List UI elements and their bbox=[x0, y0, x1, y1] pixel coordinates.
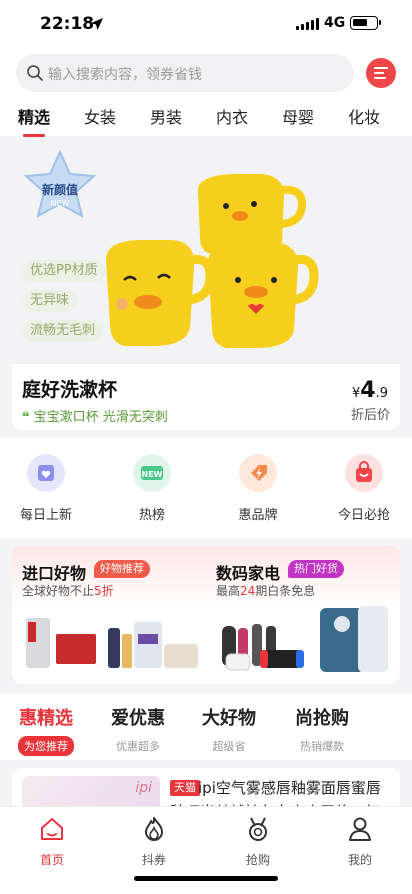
brand-mark: ipi bbox=[135, 780, 152, 796]
flame-icon bbox=[145, 817, 163, 841]
section-tab-title: 尚抢购 bbox=[295, 708, 349, 729]
promo-title: 进口好物 bbox=[22, 564, 87, 583]
digital-goods-image bbox=[222, 606, 388, 672]
status-time: 22:18 bbox=[40, 14, 95, 34]
promo-title: 数码家电 bbox=[216, 564, 281, 583]
section-tab-title: 爱优惠 bbox=[111, 708, 165, 729]
section-tabs: 惠精选 为您推荐 爱优惠 优惠超多 大好物 超级省 尚抢购 热销爆款 bbox=[0, 694, 412, 760]
hero-title: 庭好洗漱杯 bbox=[22, 379, 118, 401]
calendar-heart-icon bbox=[27, 454, 65, 492]
quick-link-must-grab[interactable]: 今日必抢 bbox=[324, 454, 404, 523]
medal-icon bbox=[249, 817, 267, 841]
nav-label: 首页 bbox=[39, 853, 64, 867]
hero-subtitle: ❝ 宝宝漱口杯 光滑无突刺 bbox=[22, 406, 168, 425]
hero-price: ¥4.9 bbox=[352, 378, 388, 403]
tab-womens[interactable]: 女装 bbox=[84, 104, 116, 128]
tab-mens[interactable]: 男装 bbox=[150, 104, 182, 128]
nav-mine[interactable]: 我的 bbox=[330, 815, 390, 868]
section-tab-good-items[interactable]: 大好物 超级省 bbox=[202, 704, 256, 756]
quick-link-label: 每日上新 bbox=[19, 508, 72, 523]
tab-underwear[interactable]: 内衣 bbox=[216, 104, 248, 128]
tab-cosmetics[interactable]: 化妆 bbox=[348, 104, 380, 128]
promo-subtitle: 最高24期白条免息 bbox=[216, 584, 316, 598]
nav-label: 我的 bbox=[347, 853, 372, 867]
shopping-bag-icon bbox=[345, 454, 383, 492]
search-placeholder: 输入搜索内容，领券省钱 bbox=[48, 67, 202, 83]
search-bar-row: 输入搜索内容，领券省钱 bbox=[0, 48, 412, 98]
section-tab-title: 大好物 bbox=[202, 708, 256, 729]
new-badge-icon: NEW bbox=[133, 454, 171, 492]
import-goods-image bbox=[26, 618, 198, 668]
search-input[interactable]: 输入搜索内容，领券省钱 bbox=[16, 54, 354, 92]
nav-coupons[interactable]: 抖券 bbox=[124, 815, 184, 868]
battery-icon bbox=[350, 16, 381, 30]
section-tab-sub: 优惠超多 bbox=[116, 740, 160, 753]
section-tab-sub: 超级省 bbox=[212, 740, 246, 753]
nav-label: 抖券 bbox=[141, 853, 166, 867]
hero-product-image: 新颜值 NEW 优选PP材质 无异味 流畅无毛刺 bbox=[12, 142, 400, 364]
nav-label: 抢购 bbox=[245, 853, 270, 867]
feature-pp-material: 优选PP材质 bbox=[22, 260, 106, 282]
tag-lightning-icon bbox=[239, 454, 277, 492]
home-icon bbox=[41, 818, 63, 840]
hero-price-label: 折后价 bbox=[350, 408, 390, 423]
promo-tag: 好物推荐 bbox=[94, 560, 150, 578]
quick-link-label: 今日必抢 bbox=[337, 508, 390, 523]
section-tab-selected[interactable]: 惠精选 为您推荐 bbox=[18, 704, 74, 756]
product-title: ipi空气雾感唇釉雾面唇蜜唇 bbox=[198, 779, 381, 797]
tab-featured[interactable]: 精选 bbox=[18, 104, 50, 137]
quick-link-brands[interactable]: 惠品牌 bbox=[218, 454, 298, 523]
quick-link-label: 热榜 bbox=[138, 508, 165, 523]
section-tab-flash-sale[interactable]: 尚抢购 热销爆款 bbox=[294, 704, 350, 756]
quick-link-hot-list[interactable]: NEW 热榜 bbox=[112, 454, 192, 523]
signal-icon bbox=[296, 18, 319, 30]
promo-tag: 热门好货 bbox=[288, 560, 344, 578]
hero-banner[interactable]: 新颜值 NEW 优选PP材质 无异味 流畅无毛刺 庭好洗漱杯 ❝ 宝宝漱口杯 光… bbox=[12, 142, 400, 430]
category-tabs: 精选 女装 男装 内衣 母婴 化妆 bbox=[0, 98, 412, 137]
status-bar: 22:18 4G bbox=[0, 0, 412, 48]
home-indicator bbox=[134, 876, 278, 881]
promo-card: 进口好物 好物推荐 全球好物不止5折 数码家电 热门好货 最高24期白条免息 bbox=[12, 546, 400, 684]
app-screen: 22:18 4G 输入搜索内容，领券省钱 精选 女装 男装 内衣 母婴 化妆 新… bbox=[0, 0, 412, 894]
promo-import-goods[interactable]: 进口好物 好物推荐 全球好物不止5折 bbox=[12, 546, 206, 684]
search-icon bbox=[26, 64, 44, 86]
section-tab-sub: 为您推荐 bbox=[18, 736, 74, 756]
feature-no-odor: 无异味 bbox=[22, 290, 78, 312]
quote-icon: ❝ bbox=[22, 410, 30, 425]
promo-digital-appliances[interactable]: 数码家电 热门好货 最高24期白条免息 bbox=[206, 546, 400, 684]
network-label: 4G bbox=[324, 15, 346, 31]
store-tag: 天猫 bbox=[170, 780, 200, 796]
promo-subtitle: 全球好物不止5折 bbox=[22, 584, 114, 598]
nav-flash-buy[interactable]: 抢购 bbox=[228, 815, 288, 868]
quick-link-label: 惠品牌 bbox=[238, 508, 278, 523]
section-tab-discounts[interactable]: 爱优惠 优惠超多 bbox=[110, 704, 166, 756]
section-tab-title: 惠精选 bbox=[19, 708, 73, 729]
user-icon bbox=[349, 817, 371, 841]
quick-links: 每日上新 NEW 热榜 惠品牌 今日必抢 bbox=[0, 438, 412, 538]
message-icon[interactable] bbox=[366, 58, 396, 88]
nav-home[interactable]: 首页 bbox=[22, 815, 82, 868]
hero-subtitle-text: 宝宝漱口杯 光滑无突刺 bbox=[33, 410, 168, 425]
section-tab-sub: 热销爆款 bbox=[300, 740, 344, 753]
location-arrow-icon bbox=[90, 16, 104, 35]
tab-mother-baby[interactable]: 母婴 bbox=[282, 104, 314, 128]
feature-smooth: 流畅无毛刺 bbox=[22, 320, 104, 342]
svg-text:NEW: NEW bbox=[142, 470, 163, 479]
quick-link-daily-new[interactable]: 每日上新 bbox=[6, 454, 86, 523]
